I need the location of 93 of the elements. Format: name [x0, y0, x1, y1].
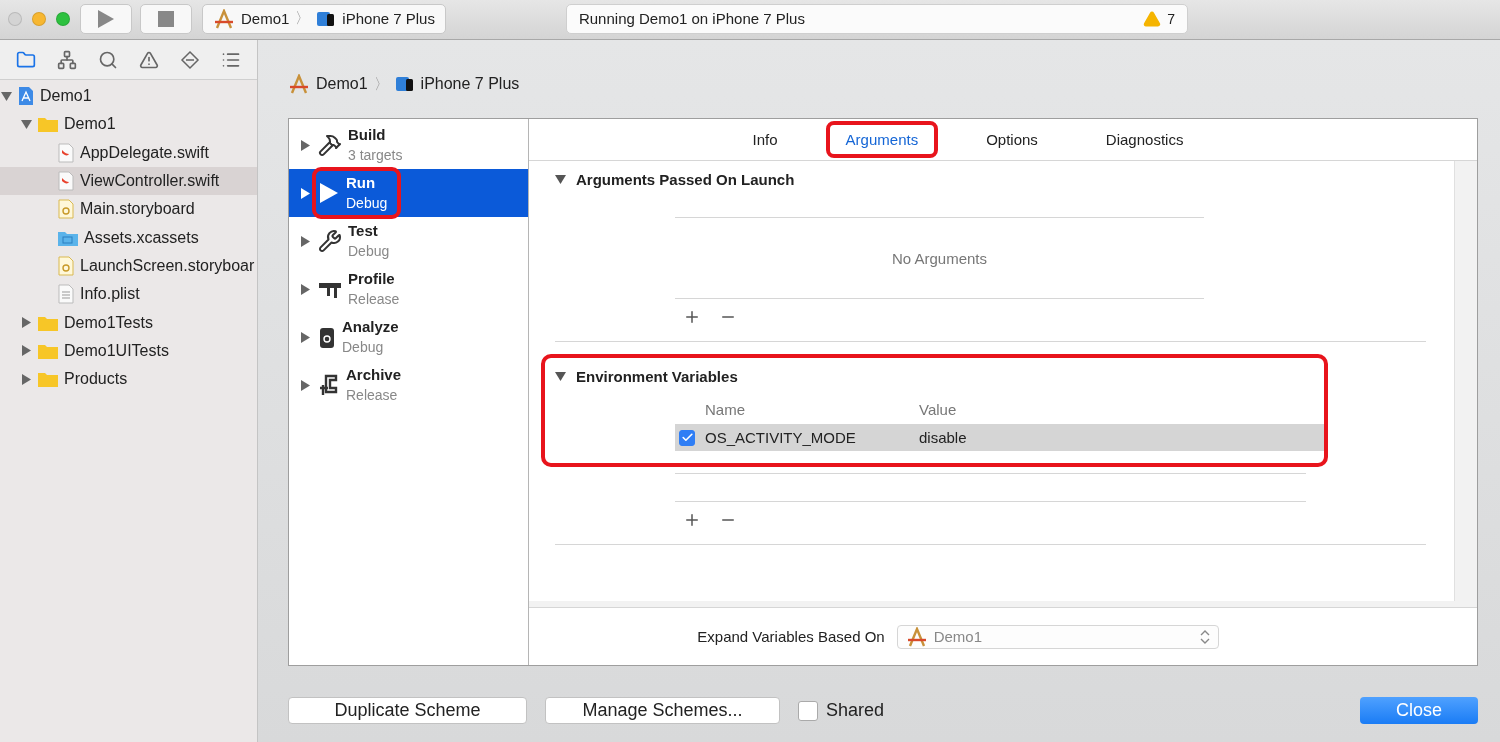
analyze-icon	[318, 325, 336, 349]
app-icon	[288, 74, 310, 94]
device-icon	[316, 9, 337, 28]
hammer-icon	[318, 133, 342, 157]
search-icon[interactable]	[98, 49, 119, 70]
breadcrumb-device: iPhone 7 Plus	[420, 75, 520, 93]
disclosure-triangle-icon	[301, 235, 310, 247]
action-name: Analyze	[342, 317, 399, 337]
swift-file-icon	[57, 171, 75, 192]
duplicate-scheme-button[interactable]: Duplicate Scheme	[288, 697, 527, 724]
disclosure-triangle-icon	[301, 139, 310, 151]
project-file-icon	[17, 86, 35, 107]
action-name: Build	[348, 125, 387, 145]
folder-icon[interactable]	[16, 49, 37, 70]
disclosure-triangle-icon	[301, 379, 310, 391]
scheme-action-item[interactable]: Test Debug	[289, 217, 528, 265]
action-detail: Release	[348, 290, 400, 309]
variable-name: OS_ACTIVITY_MODE	[705, 429, 857, 446]
stop-icon	[158, 10, 174, 27]
file-tree-item[interactable]: Demo1Tests	[0, 308, 257, 337]
clamp-icon	[318, 373, 340, 397]
tab[interactable]: Diagnostics	[1089, 125, 1200, 154]
scheme-action-item[interactable]: Archive Release	[289, 361, 528, 409]
tab[interactable]: Options	[970, 125, 1054, 154]
disclosure-triangle-icon	[301, 331, 310, 343]
storyboard-file-icon	[57, 199, 75, 220]
device-name: iPhone 7 Plus	[342, 10, 435, 27]
folder-icon	[37, 370, 59, 389]
file-tree-item[interactable]: ViewController.swift	[0, 166, 257, 196]
action-detail: Debug	[346, 194, 388, 213]
action-name: Run	[346, 173, 377, 193]
zoom-window-button[interactable]	[56, 11, 70, 26]
environment-variable-row[interactable]: OS_ACTIVITY_MODE disable	[675, 424, 1324, 451]
column-header: Value	[919, 400, 957, 418]
warning-count: 7	[1167, 10, 1175, 27]
checkbox[interactable]	[679, 429, 695, 446]
play-icon	[97, 8, 115, 29]
empty-list-text: No Arguments	[891, 249, 987, 267]
shared-label: Shared	[826, 700, 885, 721]
scheme-action-item[interactable]: Run Debug	[289, 169, 528, 217]
diamond-icon[interactable]	[179, 49, 200, 70]
wrench-icon	[318, 229, 342, 253]
file-tree-item[interactable]: Assets.xcassets	[0, 223, 257, 252]
status-text: Running Demo1 on iPhone 7 Plus	[578, 10, 805, 27]
file-tree-item[interactable]: Demo1	[0, 82, 257, 111]
add-icon[interactable]	[683, 308, 701, 326]
scheme-action-item[interactable]: Profile Release	[289, 265, 528, 313]
variable-value: disable	[919, 429, 967, 446]
action-name: Archive	[346, 365, 402, 385]
file-tree-item[interactable]: Main.storyboard	[0, 195, 257, 224]
expand-variables-label: Expand Variables Based On	[697, 628, 885, 645]
stop-button[interactable]	[140, 3, 192, 34]
action-detail: Debug	[342, 338, 385, 357]
device-icon	[394, 75, 415, 93]
file-tree-item[interactable]: Demo1	[0, 110, 257, 139]
plist-file-icon	[57, 284, 75, 305]
action-detail: Release	[346, 386, 399, 405]
file-tree-item[interactable]: Demo1UITests	[0, 336, 257, 365]
scheme-action-item[interactable]: Analyze Debug	[289, 313, 528, 361]
section-title: Environment Variables	[576, 367, 738, 385]
section-title: Arguments Passed On Launch	[576, 170, 795, 188]
warning-icon[interactable]	[138, 49, 159, 70]
disclosure-triangle-icon	[301, 283, 310, 295]
scheme-action-item[interactable]: Build 3 targets	[289, 121, 528, 169]
up-down-chevron-icon	[1199, 629, 1210, 644]
action-detail: 3 targets	[348, 146, 403, 165]
swift-file-icon	[57, 142, 75, 163]
folder-icon	[37, 115, 59, 134]
file-tree-item[interactable]: LaunchScreen.storyboar	[0, 251, 257, 281]
disclosure-triangle-icon	[301, 187, 310, 199]
file-tree-item[interactable]: Info.plist	[0, 280, 257, 309]
action-detail: Debug	[348, 242, 390, 261]
path-separator: 〉	[373, 74, 389, 94]
breadcrumb-project: Demo1	[316, 75, 368, 93]
path-separator: 〉	[295, 9, 311, 28]
add-icon[interactable]	[683, 511, 701, 529]
shared-checkbox[interactable]	[798, 700, 818, 721]
file-tree-item[interactable]: AppDelegate.swift	[0, 138, 257, 167]
play-icon	[318, 181, 340, 205]
warning-icon	[1143, 9, 1162, 28]
storyboard-file-icon	[57, 255, 75, 276]
scheme-selector[interactable]: Demo1 〉 iPhone 7 Plus	[202, 3, 446, 34]
scheme-name: Demo1	[241, 10, 290, 27]
app-icon	[213, 8, 235, 29]
column-header: Name	[705, 400, 746, 418]
app-icon	[905, 626, 928, 647]
file-tree-item[interactable]: Products	[0, 364, 257, 394]
manage-schemes-button[interactable]: Manage Schemes...	[545, 697, 780, 724]
action-name: Profile	[348, 269, 396, 289]
tab[interactable]: Info	[736, 125, 794, 154]
hierarchy-icon[interactable]	[57, 49, 78, 70]
action-name: Test	[348, 221, 379, 241]
run-button[interactable]	[80, 3, 132, 34]
